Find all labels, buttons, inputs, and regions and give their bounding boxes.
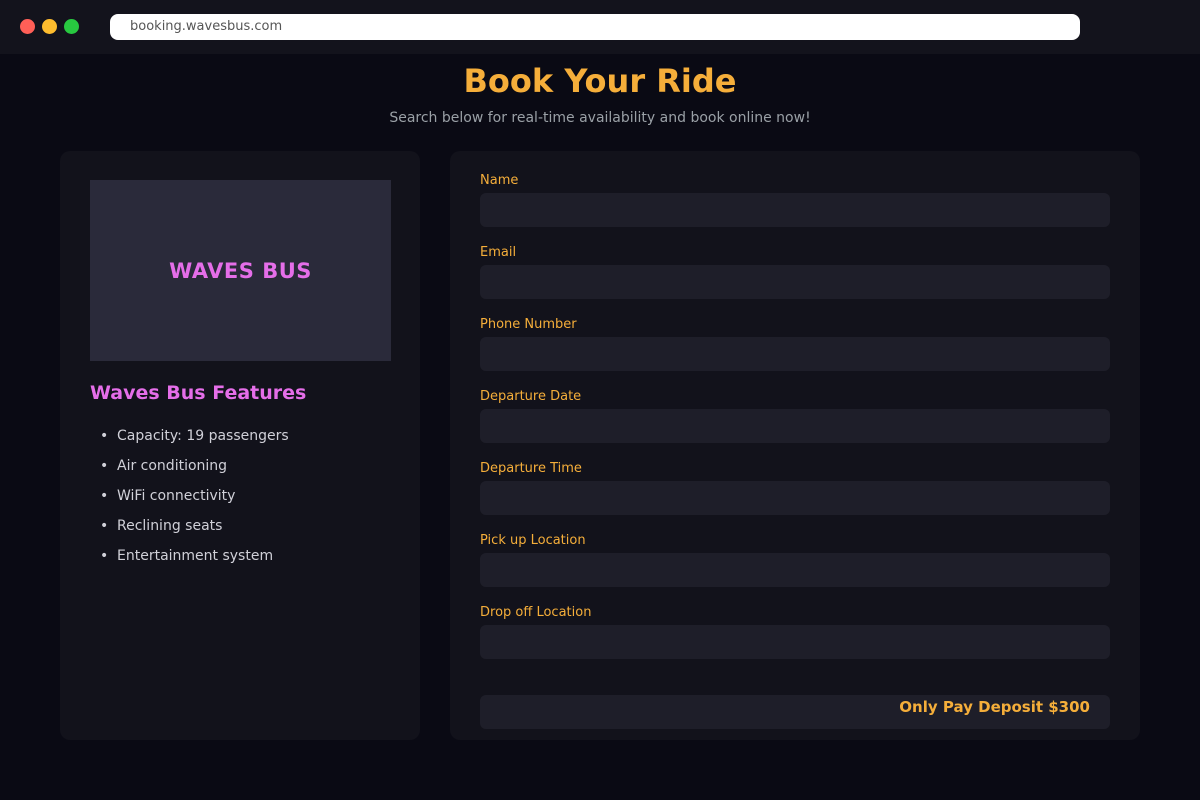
pickup-location-label: Pick up Location bbox=[480, 533, 586, 548]
features-panel: WAVES BUS Waves Bus Features • Capacity: … bbox=[60, 151, 420, 740]
feature-label: Air conditioning bbox=[117, 458, 228, 474]
feature-label: Entertainment system bbox=[117, 548, 274, 564]
email-input[interactable] bbox=[480, 265, 1110, 299]
bullet-icon: • bbox=[100, 428, 109, 444]
deposit-label: Only Pay Deposit $300 bbox=[899, 698, 1090, 716]
departure-date-input[interactable] bbox=[480, 409, 1110, 443]
bullet-icon: • bbox=[100, 458, 109, 474]
maximize-window-icon[interactable] bbox=[64, 19, 79, 34]
name-input[interactable] bbox=[480, 193, 1110, 227]
phone-number-input[interactable] bbox=[480, 337, 1110, 371]
departure-time-input[interactable] bbox=[480, 481, 1110, 515]
bullet-icon: • bbox=[100, 518, 109, 534]
bus-logo-image: WAVES BUS bbox=[90, 180, 391, 361]
close-window-icon[interactable] bbox=[20, 19, 35, 34]
dropoff-location-label: Drop off Location bbox=[480, 605, 592, 620]
departure-time-label: Departure Time bbox=[480, 461, 582, 476]
feature-label: Reclining seats bbox=[117, 518, 223, 534]
features-list: • Capacity: 19 passengers • Air conditioni… bbox=[100, 426, 289, 576]
feature-label: WiFi connectivity bbox=[117, 488, 236, 504]
bullet-icon: • bbox=[100, 488, 109, 504]
minimize-window-icon[interactable] bbox=[42, 19, 57, 34]
page-subtitle: Search below for real-time availability … bbox=[389, 110, 811, 126]
features-title: Waves Bus Features bbox=[90, 382, 307, 404]
page-title: Book Your Ride bbox=[463, 62, 737, 100]
pickup-location-input[interactable] bbox=[480, 553, 1110, 587]
address-bar[interactable]: booking.wavesbus.com bbox=[110, 14, 1080, 40]
feature-item: • Reclining seats bbox=[100, 516, 289, 546]
bullet-icon: • bbox=[100, 548, 109, 564]
email-label: Email bbox=[480, 245, 517, 260]
name-label: Name bbox=[480, 173, 519, 188]
booking-form: Name Email Phone Number Departure Date D… bbox=[450, 151, 1140, 740]
feature-item: • Entertainment system bbox=[100, 546, 289, 576]
feature-item: • Air conditioning bbox=[100, 456, 289, 486]
feature-item: • Capacity: 19 passengers bbox=[100, 426, 289, 456]
phone-number-label: Phone Number bbox=[480, 317, 577, 332]
departure-date-label: Departure Date bbox=[480, 389, 582, 404]
feature-item: • WiFi connectivity bbox=[100, 486, 289, 516]
browser-chrome: booking.wavesbus.com bbox=[0, 0, 1200, 54]
feature-label: Capacity: 19 passengers bbox=[117, 428, 289, 444]
dropoff-location-input[interactable] bbox=[480, 625, 1110, 659]
